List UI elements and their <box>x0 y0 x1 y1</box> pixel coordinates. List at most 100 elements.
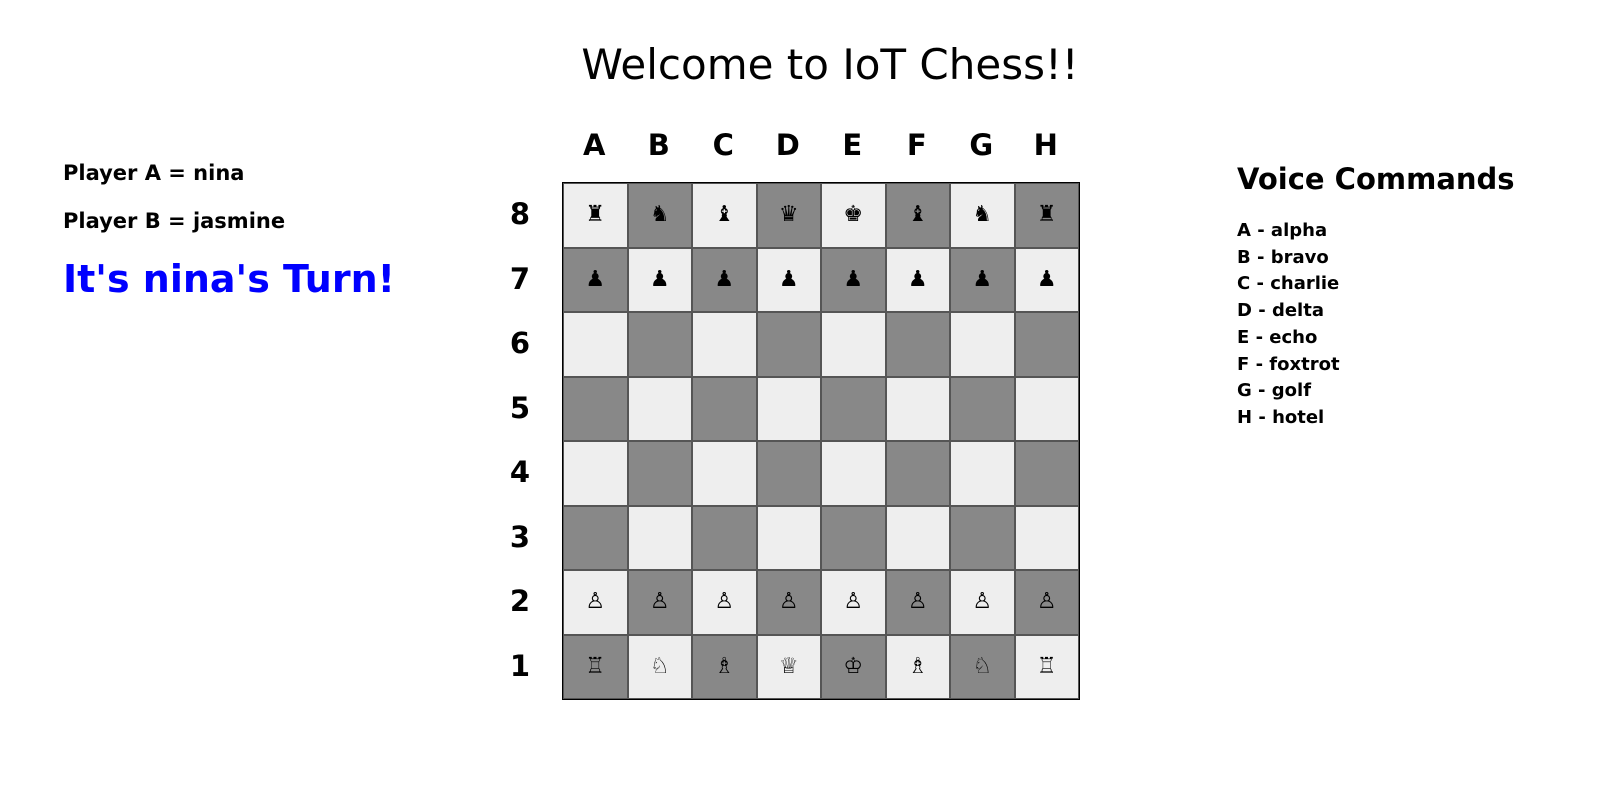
piece-b1[interactable]: ♘ <box>650 655 670 678</box>
square-c3[interactable] <box>692 505 757 570</box>
square-g1[interactable]: ♘ <box>950 634 1015 699</box>
square-d5[interactable] <box>756 376 821 441</box>
piece-b2[interactable]: ♙ <box>650 591 670 613</box>
square-c6[interactable] <box>692 312 757 377</box>
square-a3[interactable] <box>563 505 628 570</box>
square-a8[interactable]: ♜ <box>563 183 628 248</box>
square-e5[interactable] <box>821 376 886 441</box>
square-c5[interactable] <box>692 376 757 441</box>
piece-g7[interactable]: ♟ <box>972 268 992 291</box>
square-g2[interactable]: ♙ <box>950 570 1015 635</box>
piece-e8[interactable]: ♚ <box>843 204 863 226</box>
piece-g1[interactable]: ♘ <box>972 655 992 678</box>
square-a7[interactable]: ♟ <box>563 247 628 312</box>
piece-a1[interactable]: ♖ <box>585 655 605 678</box>
square-g3[interactable] <box>950 505 1015 570</box>
square-a2[interactable]: ♙ <box>563 570 628 635</box>
turn-indicator: It's nina's Turn! <box>63 257 395 301</box>
square-a1[interactable]: ♖ <box>563 634 628 699</box>
square-e2[interactable]: ♙ <box>821 570 886 635</box>
square-c8[interactable]: ♝ <box>692 183 757 248</box>
square-e7[interactable]: ♟ <box>821 247 886 312</box>
square-f1[interactable]: ♗ <box>885 634 950 699</box>
square-d4[interactable] <box>756 441 821 506</box>
square-f2[interactable]: ♙ <box>885 570 950 635</box>
square-c4[interactable] <box>692 441 757 506</box>
piece-d1[interactable]: ♕ <box>779 655 799 678</box>
square-f4[interactable] <box>885 441 950 506</box>
square-e3[interactable] <box>821 505 886 570</box>
square-h8[interactable]: ♜ <box>1014 183 1079 248</box>
piece-c7[interactable]: ♟ <box>714 268 734 291</box>
square-a5[interactable] <box>563 376 628 441</box>
square-c2[interactable]: ♙ <box>692 570 757 635</box>
square-h5[interactable] <box>1014 376 1079 441</box>
piece-a8[interactable]: ♜ <box>585 204 605 226</box>
square-g7[interactable]: ♟ <box>950 247 1015 312</box>
square-b7[interactable]: ♟ <box>627 247 692 312</box>
piece-h1[interactable]: ♖ <box>1037 655 1057 678</box>
square-f5[interactable] <box>885 376 950 441</box>
square-b6[interactable] <box>627 312 692 377</box>
piece-g2[interactable]: ♙ <box>972 591 992 613</box>
square-h2[interactable]: ♙ <box>1014 570 1079 635</box>
square-g6[interactable] <box>950 312 1015 377</box>
square-f8[interactable]: ♝ <box>885 183 950 248</box>
square-h1[interactable]: ♖ <box>1014 634 1079 699</box>
square-g4[interactable] <box>950 441 1015 506</box>
square-g5[interactable] <box>950 376 1015 441</box>
piece-a7[interactable]: ♟ <box>585 268 605 291</box>
square-a4[interactable] <box>563 441 628 506</box>
square-g8[interactable]: ♞ <box>950 183 1015 248</box>
square-b8[interactable]: ♞ <box>627 183 692 248</box>
piece-d7[interactable]: ♟ <box>779 268 799 291</box>
piece-d8[interactable]: ♛ <box>779 204 799 226</box>
square-b2[interactable]: ♙ <box>627 570 692 635</box>
piece-d2[interactable]: ♙ <box>779 591 799 613</box>
square-d8[interactable]: ♛ <box>756 183 821 248</box>
column-label-a: A <box>583 128 606 162</box>
square-c7[interactable]: ♟ <box>692 247 757 312</box>
square-f6[interactable] <box>885 312 950 377</box>
square-e8[interactable]: ♚ <box>821 183 886 248</box>
piece-h7[interactable]: ♟ <box>1037 268 1057 291</box>
square-e6[interactable] <box>821 312 886 377</box>
square-e4[interactable] <box>821 441 886 506</box>
square-h6[interactable] <box>1014 312 1079 377</box>
square-f7[interactable]: ♟ <box>885 247 950 312</box>
piece-h2[interactable]: ♙ <box>1037 591 1057 613</box>
square-d7[interactable]: ♟ <box>756 247 821 312</box>
square-e1[interactable]: ♔ <box>821 634 886 699</box>
piece-b7[interactable]: ♟ <box>650 268 670 291</box>
piece-g8[interactable]: ♞ <box>972 204 992 226</box>
square-h7[interactable]: ♟ <box>1014 247 1079 312</box>
piece-e1[interactable]: ♔ <box>843 655 863 678</box>
piece-h8[interactable]: ♜ <box>1037 204 1057 226</box>
piece-c8[interactable]: ♝ <box>714 204 734 226</box>
piece-e2[interactable]: ♙ <box>843 591 863 613</box>
piece-f1[interactable]: ♗ <box>908 655 928 678</box>
square-d6[interactable] <box>756 312 821 377</box>
piece-f7[interactable]: ♟ <box>908 268 928 291</box>
column-label-d: D <box>775 128 800 162</box>
piece-f2[interactable]: ♙ <box>908 591 928 613</box>
square-h4[interactable] <box>1014 441 1079 506</box>
square-c1[interactable]: ♗ <box>692 634 757 699</box>
piece-c1[interactable]: ♗ <box>714 655 734 678</box>
square-b3[interactable] <box>627 505 692 570</box>
square-h3[interactable] <box>1014 505 1079 570</box>
piece-a2[interactable]: ♙ <box>585 591 605 613</box>
piece-e7[interactable]: ♟ <box>843 268 863 291</box>
square-d3[interactable] <box>756 505 821 570</box>
page-title: Welcome to IoT Chess!! <box>581 40 1079 89</box>
square-b1[interactable]: ♘ <box>627 634 692 699</box>
square-d2[interactable]: ♙ <box>756 570 821 635</box>
piece-f8[interactable]: ♝ <box>908 204 928 226</box>
piece-c2[interactable]: ♙ <box>714 591 734 613</box>
square-f3[interactable] <box>885 505 950 570</box>
square-d1[interactable]: ♕ <box>756 634 821 699</box>
square-b5[interactable] <box>627 376 692 441</box>
square-b4[interactable] <box>627 441 692 506</box>
piece-b8[interactable]: ♞ <box>650 204 670 226</box>
square-a6[interactable] <box>563 312 628 377</box>
